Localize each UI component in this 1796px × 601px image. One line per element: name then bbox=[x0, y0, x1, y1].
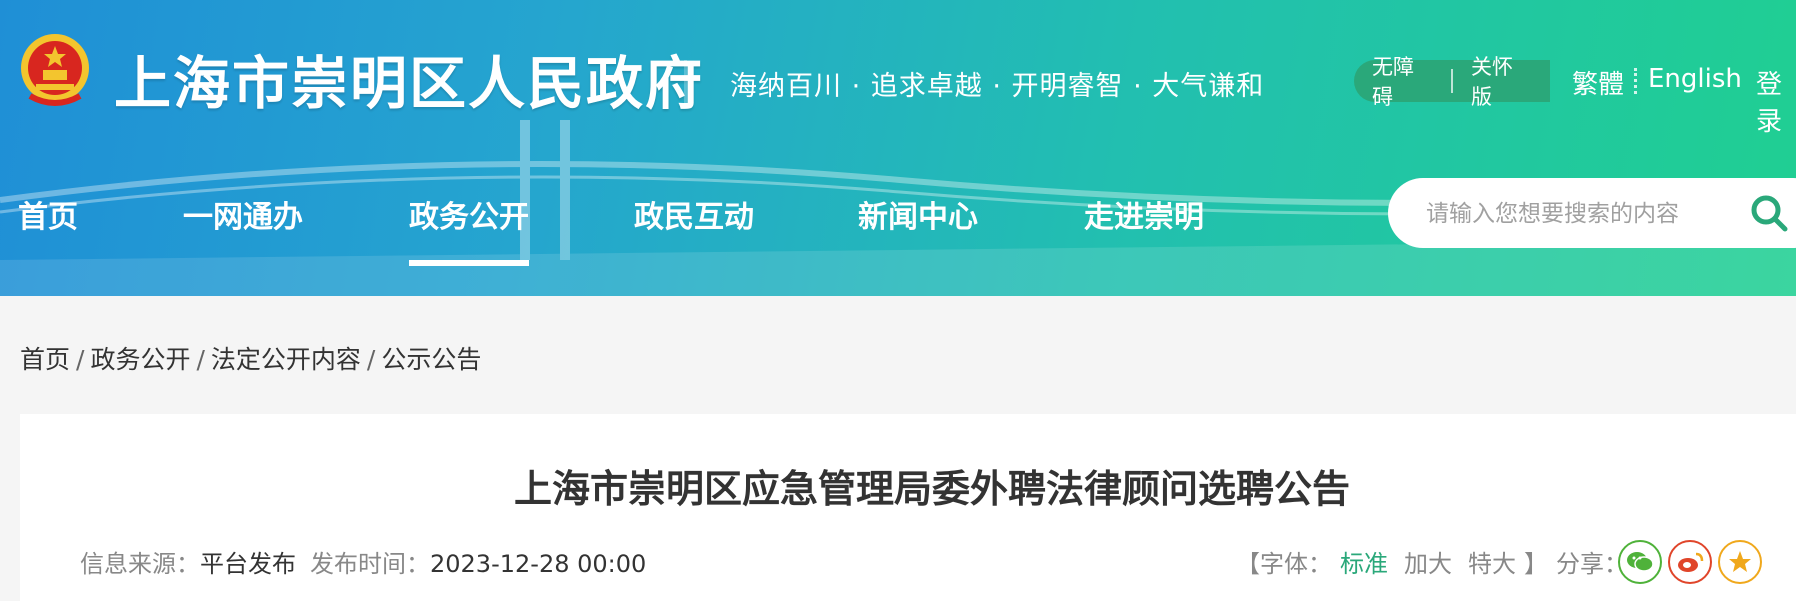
font-size-extra-large[interactable]: 特大 bbox=[1468, 550, 1516, 578]
wechat-glyph-icon bbox=[1627, 552, 1654, 572]
accessibility-group: 无障碍 关怀版 bbox=[1354, 55, 1550, 109]
nav-item-about-chongming[interactable]: 走进崇明 bbox=[1084, 192, 1204, 236]
divider bbox=[1634, 68, 1640, 94]
breadcrumb-separator: / bbox=[196, 345, 205, 374]
article-card: 上海市崇明区应急管理局委外聘法律顾问选聘公告 信息来源：平台发布 发布时间：20… bbox=[20, 414, 1796, 601]
font-size-standard[interactable]: 标准 bbox=[1340, 550, 1388, 578]
title-divider bbox=[684, 60, 687, 104]
search-icon[interactable] bbox=[1748, 192, 1790, 234]
breadcrumb-statutory-content[interactable]: 法定公开内容 bbox=[211, 345, 361, 374]
search-box bbox=[1388, 178, 1796, 248]
login-link[interactable]: 登录 bbox=[1756, 64, 1796, 138]
nav-item-interaction[interactable]: 政民互动 bbox=[634, 192, 754, 236]
nav-item-government-affairs[interactable]: 政务公开 bbox=[409, 192, 529, 236]
nav-active-indicator bbox=[409, 260, 529, 266]
site-slogan: 海纳百川 · 追求卓越 · 开明睿智 · 大气谦和 bbox=[730, 71, 1265, 102]
breadcrumb: 首页 / 政务公开 / 法定公开内容 / 公示公告 bbox=[20, 340, 481, 376]
wechat-icon[interactable] bbox=[1618, 540, 1662, 584]
barrier-free-button[interactable]: 无障碍 bbox=[1354, 51, 1451, 111]
site-header: 上海市崇明区人民政府 海纳百川 · 追求卓越 · 开明睿智 · 大气谦和 无障碍… bbox=[0, 0, 1796, 296]
favorite-star-icon[interactable] bbox=[1718, 540, 1762, 584]
breadcrumb-home[interactable]: 首页 bbox=[20, 345, 70, 374]
article-title: 上海市崇明区应急管理局委外聘法律顾问选聘公告 bbox=[513, 467, 1350, 511]
source-value: 平台发布 bbox=[200, 550, 296, 578]
font-size-selector: 【字体： 标准 加大 特大】 bbox=[1236, 544, 1548, 579]
search-input[interactable] bbox=[1424, 196, 1748, 232]
source-label: 信息来源： bbox=[80, 550, 200, 578]
star-glyph-icon bbox=[1729, 551, 1751, 572]
weibo-glyph-icon bbox=[1678, 552, 1704, 572]
time-label: 发布时间： bbox=[310, 550, 430, 578]
breadcrumb-government-affairs[interactable]: 政务公开 bbox=[90, 345, 190, 374]
time-value: 2023-12-28 00:00 bbox=[430, 550, 647, 578]
font-size-label: 【字体： bbox=[1236, 550, 1332, 578]
breadcrumb-separator: / bbox=[366, 345, 376, 374]
article-source: 信息来源：平台发布 bbox=[80, 544, 296, 579]
breadcrumb-separator: / bbox=[76, 345, 85, 374]
nav-item-home[interactable]: 首页 bbox=[18, 192, 78, 236]
weibo-icon[interactable] bbox=[1668, 540, 1712, 584]
care-mode-button[interactable]: 关怀版 bbox=[1453, 51, 1550, 111]
font-size-bracket: 】 bbox=[1524, 550, 1548, 578]
breadcrumb-announcements[interactable]: 公示公告 bbox=[381, 345, 481, 374]
english-link[interactable]: English bbox=[1648, 64, 1742, 94]
article-publish-time: 发布时间：2023-12-28 00:00 bbox=[310, 544, 646, 579]
nav-item-online-services[interactable]: 一网通办 bbox=[183, 192, 303, 236]
traditional-chinese-link[interactable]: 繁體 bbox=[1572, 64, 1624, 101]
site-title[interactable]: 上海市崇明区人民政府 bbox=[114, 38, 704, 120]
national-emblem-icon bbox=[21, 34, 89, 106]
nav-item-news-center[interactable]: 新闻中心 bbox=[858, 192, 978, 236]
font-size-large[interactable]: 加大 bbox=[1404, 550, 1452, 578]
